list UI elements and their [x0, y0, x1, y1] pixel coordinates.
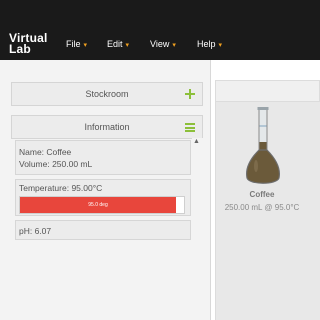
flask-details: 250.00 mL @ 95.0°C — [224, 203, 300, 212]
volumetric-flask-icon[interactable] — [243, 106, 283, 188]
menu-view[interactable]: View ▾ — [150, 39, 176, 53]
flask-name: Coffee — [249, 190, 275, 199]
menu-bar: Virtual Lab File ▾ Edit ▾ View ▾ Help ▾ — [0, 0, 320, 60]
menu-view-label: View — [150, 39, 170, 49]
app-logo: Virtual Lab — [9, 32, 51, 59]
chevron-down-icon: ▾ — [218, 42, 223, 49]
chevron-down-icon: ▾ — [172, 42, 176, 49]
name-value: Name: Coffee — [19, 147, 72, 157]
stockroom-title: Stockroom — [85, 89, 129, 99]
plus-icon[interactable] — [185, 89, 195, 99]
information-scrollbar[interactable]: ▲ — [192, 138, 203, 320]
temperature-bar-label: 95.0 deg — [88, 202, 108, 208]
chevron-down-icon: ▾ — [125, 42, 130, 49]
menu-edit-label: Edit — [107, 39, 123, 49]
temperature-bar: 95.0 deg — [19, 196, 185, 214]
scroll-up-arrow-icon[interactable]: ▲ — [193, 138, 200, 145]
temperature-value: Temperature: 95.00°C — [19, 183, 103, 193]
name-volume-card: Name: Coffee Volume: 250.00 mL — [15, 140, 191, 175]
information-panel: Name: Coffee Volume: 250.00 mL Temperatu… — [11, 138, 192, 320]
information-title: Information — [84, 122, 130, 132]
ph-card: pH: 6.07 — [15, 220, 191, 240]
volume-value: Volume: 250.00 mL — [19, 159, 93, 169]
menu-file-label: File — [66, 39, 81, 49]
menu-edit[interactable]: Edit ▾ — [107, 39, 129, 53]
stockroom-header[interactable]: Stockroom — [11, 82, 203, 106]
menu-icon[interactable] — [185, 123, 195, 132]
menu-help-label: Help — [197, 39, 216, 49]
information-header[interactable]: Information — [11, 115, 203, 139]
temperature-card: Temperature: 95.00°C 95.0 deg — [15, 179, 191, 216]
chevron-down-icon: ▾ — [83, 42, 88, 49]
logo-text-line2: Lab — [9, 42, 31, 56]
menu-help[interactable]: Help ▾ — [197, 39, 222, 53]
workbench-header — [215, 80, 320, 102]
ph-value: pH: 6.07 — [19, 226, 52, 236]
menu-file[interactable]: File ▾ — [66, 39, 87, 53]
